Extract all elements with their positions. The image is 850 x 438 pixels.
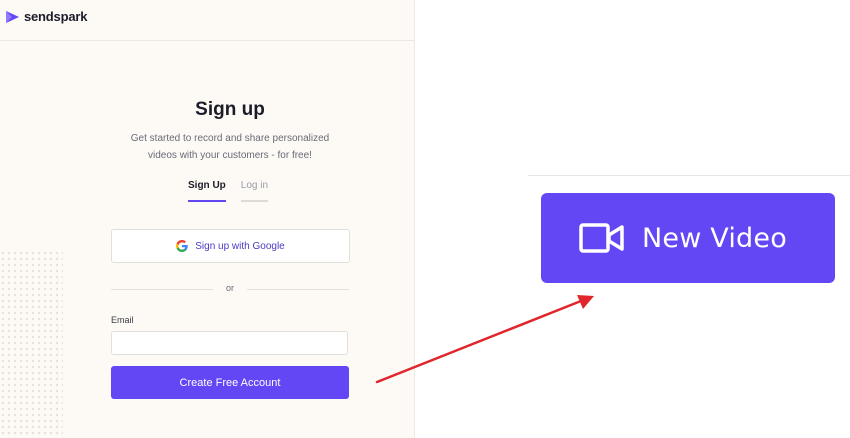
tab-sign-up[interactable]: Sign Up bbox=[188, 180, 226, 202]
page-title: Sign up bbox=[195, 99, 265, 120]
sendspark-logo-icon bbox=[6, 10, 19, 23]
or-divider: or bbox=[111, 283, 349, 295]
tab-log-in[interactable]: Log in bbox=[240, 180, 269, 202]
video-camera-icon bbox=[579, 223, 624, 253]
google-g-icon bbox=[176, 240, 188, 252]
subtitle-line-2: videos with your customers - for free! bbox=[148, 150, 312, 161]
email-field[interactable] bbox=[111, 331, 348, 355]
email-label: Email bbox=[111, 315, 134, 325]
divider-line-right bbox=[247, 289, 349, 290]
logo-text: sendspark bbox=[24, 9, 88, 24]
auth-tabs: Sign Up Log in bbox=[188, 180, 283, 202]
sendspark-logo[interactable]: sendspark bbox=[6, 9, 87, 24]
signup-panel: sendspark Sign up Get started to record … bbox=[0, 0, 415, 438]
app-header: sendspark bbox=[0, 0, 414, 41]
google-signup-button[interactable]: Sign up with Google bbox=[111, 229, 350, 263]
page-subtitle: Get started to record and share personal… bbox=[110, 130, 350, 164]
subtitle-line-1: Get started to record and share personal… bbox=[130, 133, 330, 144]
new-video-label: New Video bbox=[642, 222, 787, 254]
red-arrow-annotation bbox=[375, 295, 594, 384]
google-button-label: Sign up with Google bbox=[195, 240, 285, 252]
new-video-button[interactable]: New Video bbox=[541, 193, 835, 283]
divider-text: or bbox=[225, 283, 234, 293]
create-free-account-button[interactable]: Create Free Account bbox=[111, 366, 349, 399]
dot-pattern-decoration bbox=[0, 250, 63, 438]
